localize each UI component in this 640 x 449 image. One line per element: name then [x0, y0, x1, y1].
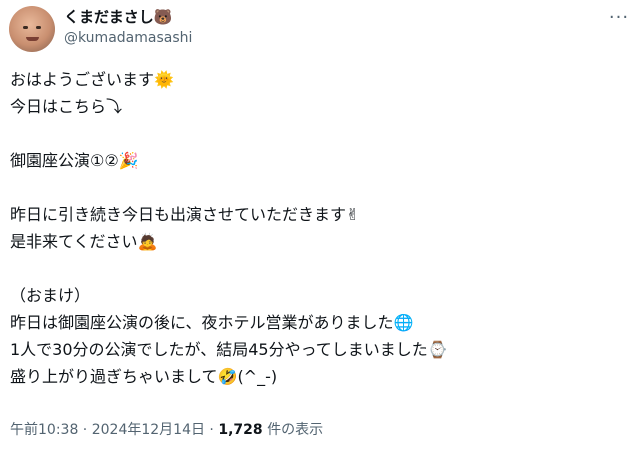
tweet-line: おはようございます🌞	[10, 70, 174, 89]
tweet-line: 御園座公演①②🎉	[10, 151, 139, 170]
user-handle[interactable]: @kumadamasashi	[64, 29, 192, 47]
more-horizontal-icon: ···	[608, 7, 630, 28]
view-count: 1,728	[218, 422, 263, 438]
tweet-line: 昨日は御園座公演の後に、夜ホテル営業がありました🌐	[10, 313, 414, 332]
avatar-eye-left	[23, 26, 28, 29]
tweet-line: 盛り上がり過ぎちゃいまして🤣(^_-)	[10, 367, 278, 386]
meta-separator: ·	[204, 422, 219, 438]
tweet-line: 昨日に引き続き今日も出演させていただきます✌	[10, 205, 360, 224]
post-date[interactable]: 2024年12月14日	[92, 422, 205, 438]
tweet-line: 是非来てください🙇	[10, 232, 158, 251]
tweet-meta: 午前10:38 · 2024年12月14日 · 1,728 件の表示	[10, 420, 323, 440]
post-time[interactable]: 午前10:38	[10, 422, 78, 438]
avatar-mouth	[26, 37, 39, 41]
meta-separator: ·	[78, 422, 92, 438]
avatar-eye-right	[36, 26, 41, 29]
tweet-line: （おまけ）	[10, 286, 91, 305]
tweet-line: 今日はこちら⤵	[10, 97, 123, 116]
tweet-text: おはようございます🌞 今日はこちら⤵ 御園座公演①②🎉 昨日に引き続き今日も出演…	[10, 66, 630, 390]
more-options-button[interactable]: ···	[604, 6, 634, 30]
display-name[interactable]: くまだまさし🐻	[64, 7, 172, 27]
tweet-line: 1人で30分の公演でしたが、結局45分やってしまいました⌚	[10, 340, 448, 359]
avatar[interactable]	[9, 6, 55, 52]
view-count-label: 件の表示	[262, 422, 324, 438]
